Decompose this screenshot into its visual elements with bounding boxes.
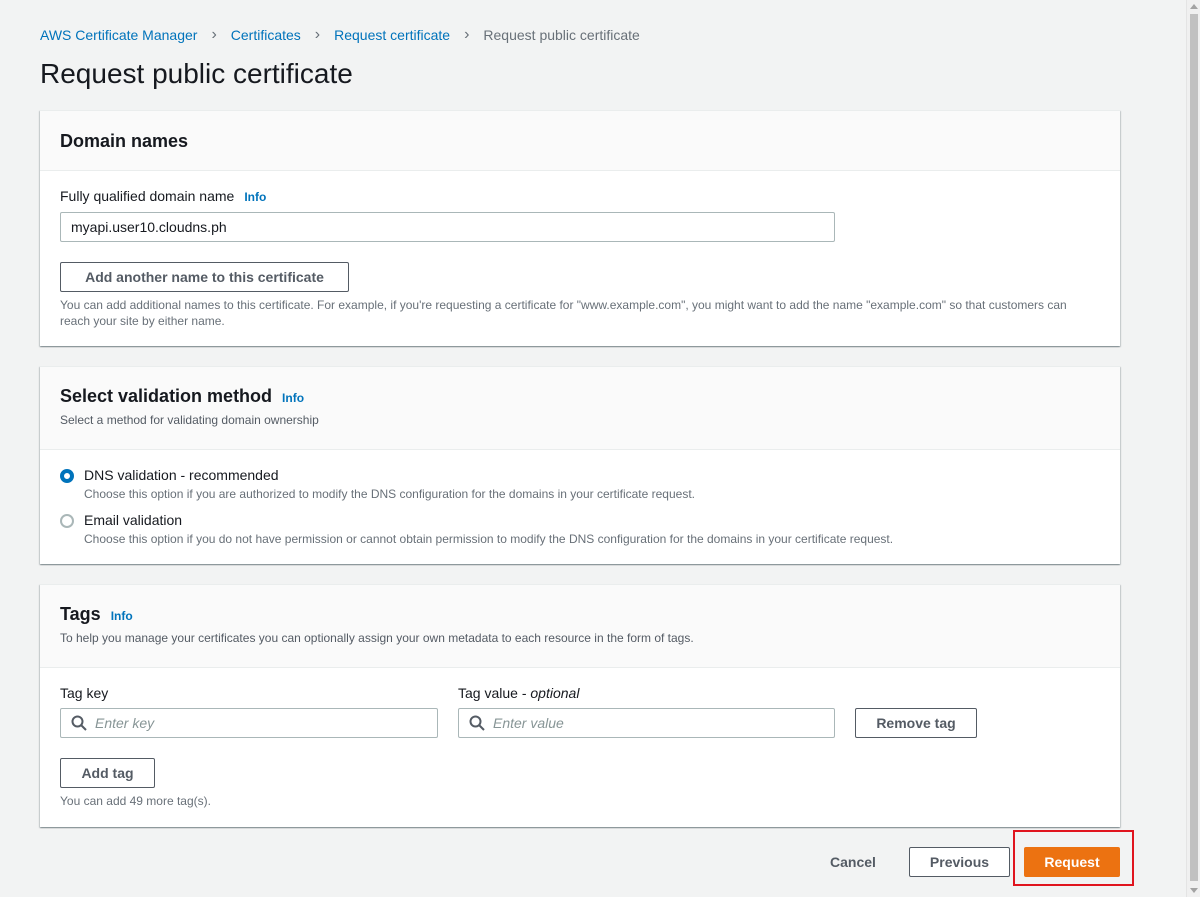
- validation-method-panel: Select validation method Info Select a m…: [40, 366, 1120, 564]
- search-icon: [469, 715, 485, 731]
- validation-header: Select validation method Info Select a m…: [40, 367, 1120, 450]
- chevron-right-icon: ›: [464, 26, 470, 43]
- breadcrumb-current: Request public certificate: [483, 27, 640, 43]
- add-tag-button[interactable]: Add tag: [60, 758, 155, 788]
- cancel-button[interactable]: Cancel: [830, 854, 876, 870]
- fqdn-input[interactable]: myapi.user10.cloudns.ph: [60, 212, 835, 242]
- breadcrumb-acm-link[interactable]: AWS Certificate Manager: [40, 27, 197, 43]
- add-another-name-button[interactable]: Add another name to this certificate: [60, 262, 349, 292]
- chevron-right-icon: ›: [211, 26, 217, 43]
- tag-key-label: Tag key: [60, 685, 109, 701]
- tags-header: Tags Info To help you manage your certif…: [40, 585, 1120, 668]
- fqdn-info-link[interactable]: Info: [244, 190, 266, 204]
- add-name-hint: You can add additional names to this cer…: [60, 298, 1067, 328]
- tags-panel: Tags Info To help you manage your certif…: [40, 584, 1120, 827]
- tag-key-placeholder: Enter key: [95, 715, 155, 731]
- vertical-scrollbar[interactable]: [1186, 0, 1200, 897]
- request-button[interactable]: Request: [1024, 847, 1120, 877]
- email-validation-desc: Choose this option if you do not have pe…: [84, 532, 894, 546]
- domain-names-title: Domain names: [60, 131, 189, 151]
- dns-validation-radio[interactable]: [60, 469, 74, 483]
- domain-names-header: Domain names: [40, 111, 1120, 171]
- tags-title: Tags: [60, 604, 101, 624]
- breadcrumb-certificates-link[interactable]: Certificates: [231, 27, 301, 43]
- email-validation-radio[interactable]: [60, 514, 74, 528]
- remove-tag-button[interactable]: Remove tag: [855, 708, 977, 738]
- tags-title-row: Tags Info: [60, 604, 1100, 625]
- tags-info-link[interactable]: Info: [111, 609, 133, 623]
- tags-body: Tag key Tag value - optional Enter key E…: [40, 668, 1120, 828]
- scroll-up-icon[interactable]: [1190, 4, 1198, 9]
- scrollbar-thumb[interactable]: [1190, 14, 1198, 881]
- validation-description: Select a method for validating domain ow…: [60, 413, 319, 427]
- dns-validation-option[interactable]: DNS validation - recommended Choose this…: [60, 467, 695, 501]
- tag-value-optional: optional: [530, 685, 580, 701]
- tag-value-input[interactable]: Enter value: [458, 708, 835, 738]
- breadcrumb: AWS Certificate Manager › Certificates ›…: [40, 26, 640, 44]
- tag-value-placeholder: Enter value: [493, 715, 564, 731]
- email-validation-text: Email validation Choose this option if y…: [84, 512, 893, 546]
- tags-description: To help you manage your certificates you…: [60, 631, 694, 645]
- search-icon: [71, 715, 87, 731]
- domain-names-panel: Domain names Fully qualified domain name…: [40, 110, 1120, 346]
- tags-remaining-hint: You can add 49 more tag(s).: [60, 794, 211, 808]
- fqdn-label-row: Fully qualified domain name Info: [60, 188, 266, 204]
- email-validation-label: Email validation: [84, 512, 183, 528]
- domain-names-body: Fully qualified domain name Info myapi.u…: [40, 171, 1120, 347]
- breadcrumb-request-certificate-link[interactable]: Request certificate: [334, 27, 450, 43]
- scroll-down-icon[interactable]: [1190, 888, 1198, 893]
- tag-value-label: Tag value - optional: [458, 685, 580, 701]
- validation-options: DNS validation - recommended Choose this…: [40, 450, 1120, 565]
- validation-info-link[interactable]: Info: [282, 391, 304, 405]
- tag-value-label-text: Tag value: [458, 685, 518, 701]
- email-validation-option[interactable]: Email validation Choose this option if y…: [60, 512, 893, 546]
- tag-key-input[interactable]: Enter key: [60, 708, 438, 738]
- validation-title: Select validation method: [60, 386, 273, 406]
- chevron-right-icon: ›: [314, 26, 321, 43]
- dns-validation-label: DNS validation - recommended: [84, 467, 279, 483]
- previous-button[interactable]: Previous: [909, 847, 1010, 877]
- validation-title-row: Select validation method Info: [60, 386, 1100, 407]
- page-title: Request public certificate: [40, 58, 353, 89]
- fqdn-label: Fully qualified domain name: [60, 188, 235, 204]
- dns-validation-text: DNS validation - recommended Choose this…: [84, 467, 695, 501]
- dns-validation-desc: Choose this option if you are authorized…: [84, 487, 695, 501]
